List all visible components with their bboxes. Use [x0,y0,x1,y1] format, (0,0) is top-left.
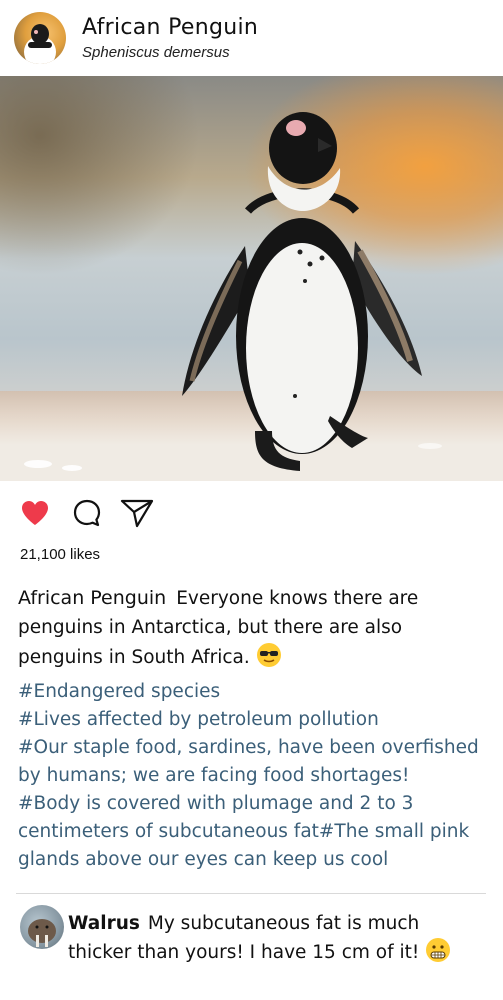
likes-count[interactable]: 21,100 likes [20,546,100,563]
hashtag-line[interactable]: #Lives affected by petroleum pollution [18,706,496,734]
grimace-emoji-icon [425,937,451,963]
hashtag-line[interactable]: #Endangered species [18,678,496,706]
hashtag-line[interactable]: by humans; we are facing food shortages! [18,762,496,790]
hashtag-line[interactable]: centimeters of subcutaneous fat#The smal… [18,818,496,846]
commenter-avatar[interactable] [20,905,64,949]
author-subtitle: Spheniscus demersus [82,44,230,61]
hashtag-line[interactable]: #Body is covered with plumage and 2 to 3 [18,790,496,818]
comment-icon[interactable] [70,496,104,530]
author-avatar[interactable] [14,12,66,64]
heart-icon[interactable] [18,496,52,530]
hashtag-line[interactable]: #Our staple food, sardines, have been ov… [18,734,496,762]
post-actions [0,496,503,532]
comment: Walrus My subcutaneous fat is much thicke… [68,910,488,966]
sunglasses-emoji-icon [256,642,282,668]
post-caption: African Penguin Everyone knows there are … [18,584,488,672]
comment-username[interactable]: Walrus [68,913,140,934]
penguin-illustration [24,112,442,471]
divider [16,893,486,894]
post-image[interactable] [0,76,503,481]
caption-username[interactable]: African Penguin [18,587,166,609]
hashtag-block: #Endangered species #Lives affected by p… [18,678,496,874]
post-header: African Penguin Spheniscus demersus [0,0,503,76]
author-name[interactable]: African Penguin [82,15,258,40]
send-icon[interactable] [120,496,154,530]
hashtag-line[interactable]: glands above our eyes can keep us cool [18,846,496,874]
